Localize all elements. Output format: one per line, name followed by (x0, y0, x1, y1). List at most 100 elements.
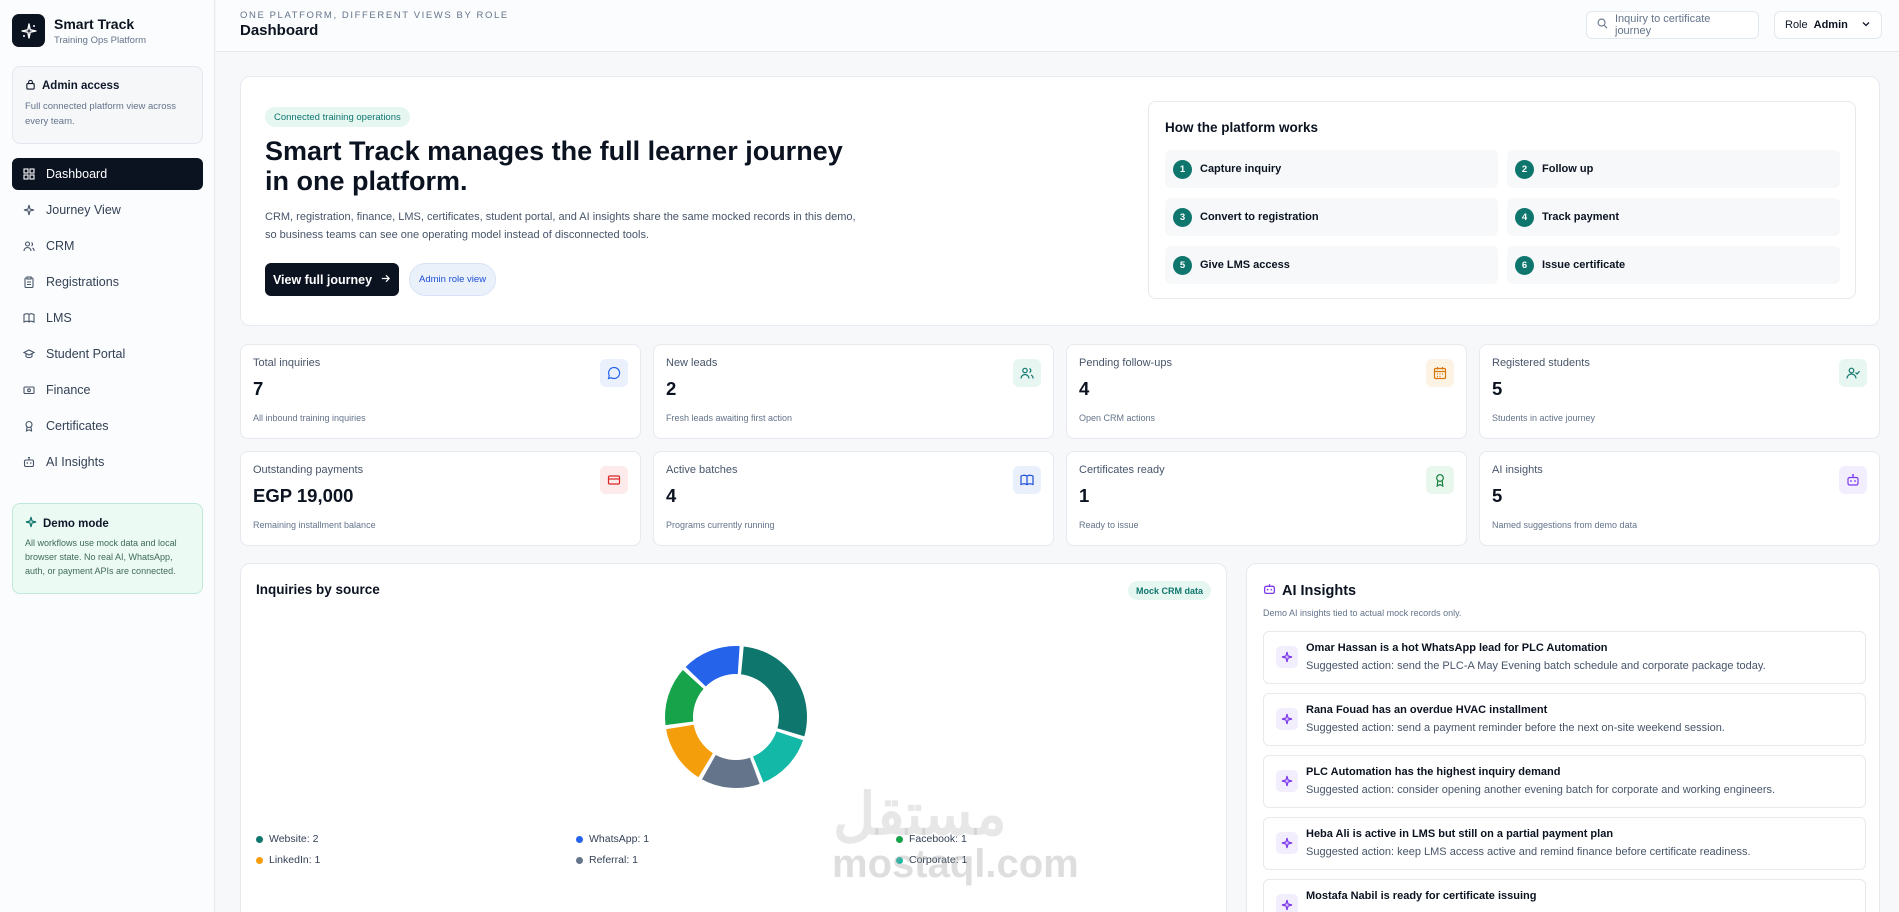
sparkle-icon (25, 516, 37, 531)
bot-icon (1839, 466, 1867, 494)
stat-label: AI insights (1492, 464, 1543, 476)
role-view-pill: Admin role view (409, 263, 497, 296)
legend-label: Website: 2 (269, 833, 319, 845)
admin-access-title: Admin access (42, 80, 120, 92)
step-label: Convert to registration (1200, 211, 1319, 223)
ai-insights-card: AI Insights Demo AI insights tied to act… (1246, 563, 1880, 912)
stat-description: Fresh leads awaiting first action (666, 413, 793, 423)
ai-insight-title: Omar Hassan is a hot WhatsApp lead for P… (1306, 642, 1608, 654)
ai-insight-description: Suggested action: keep LMS access active… (1306, 846, 1751, 858)
stat-value: 1 (1079, 485, 1090, 506)
demo-mode-description: All workflows use mock data and local br… (25, 538, 177, 576)
sidebar-item-lms[interactable]: LMS (12, 302, 203, 334)
legend-label: LinkedIn: 1 (269, 854, 321, 866)
how-it-works-panel: How the platform works 1 Capture inquiry… (1148, 101, 1856, 299)
sidebar-item-dashboard[interactable]: Dashboard (12, 158, 203, 190)
brand-subtitle: Training Ops Platform (54, 34, 147, 46)
grid-icon (22, 167, 36, 181)
sidebar-item-journey-view[interactable]: Journey View (12, 194, 203, 226)
sidebar-item-registrations[interactable]: Registrations (12, 266, 203, 298)
step-number: 5 (1173, 255, 1192, 275)
search-placeholder: Inquiry to certificate journey (1615, 13, 1711, 37)
demo-mode-title: Demo mode (43, 517, 109, 530)
bot-icon (22, 455, 36, 469)
step-label: Issue certificate (1542, 259, 1626, 271)
ai-insight-title: Rana Fouad has an overdue HVAC installme… (1306, 704, 1548, 716)
chart-badge: Mock CRM data (1127, 581, 1211, 600)
legend-swatch (576, 856, 583, 864)
role-select[interactable]: Role Admin (1774, 11, 1882, 39)
sparkle-icon (1276, 894, 1298, 912)
donut-slice-website[interactable] (738, 644, 809, 739)
step-number: 3 (1173, 207, 1192, 227)
ai-insight-item[interactable]: Rana Fouad has an overdue HVAC installme… (1263, 693, 1866, 746)
hero-title: Smart Track manages the full learner jou… (265, 136, 843, 196)
legend-swatch (256, 856, 263, 864)
stat-label: Pending follow-ups (1079, 357, 1172, 369)
ai-insight-item[interactable]: Omar Hassan is a hot WhatsApp lead for P… (1263, 631, 1866, 684)
brand[interactable]: Smart Track Training Ops Platform (12, 14, 146, 47)
stat-label: Total inquiries (253, 357, 321, 369)
book-icon (22, 311, 36, 325)
demo-mode-card: Demo mode All workflows use mock data an… (12, 503, 203, 594)
view-full-journey-button[interactable]: View full journey (265, 263, 399, 296)
stat-description: Programs currently running (666, 520, 775, 530)
user-check-icon (1839, 359, 1867, 387)
sidebar-item-finance[interactable]: Finance (12, 374, 203, 406)
step-item: 5 Give LMS access (1165, 246, 1498, 284)
sidebar-item-certificates[interactable]: Certificates (12, 410, 203, 442)
arrow-right-icon (380, 273, 391, 287)
sidebar-item-student-portal[interactable]: Student Portal (12, 338, 203, 370)
sidebar: Smart Track Training Ops Platform Admin … (0, 0, 215, 912)
stat-label: New leads (666, 357, 718, 369)
step-item: 1 Capture inquiry (1165, 150, 1498, 188)
step-item: 3 Convert to registration (1165, 198, 1498, 236)
stat-value: 4 (666, 485, 677, 506)
search-input[interactable]: Inquiry to certificate journey (1586, 11, 1759, 39)
page-eyebrow: ONE PLATFORM, DIFFERENT VIEWS BY ROLE (240, 10, 509, 21)
step-number: 4 (1515, 207, 1534, 227)
button-label: View full journey (272, 272, 373, 287)
ai-insight-title: PLC Automation has the highest inquiry d… (1306, 766, 1561, 778)
stat-description: Students in active journey (1492, 413, 1596, 423)
step-label: Capture inquiry (1200, 163, 1282, 175)
legend-swatch (576, 835, 583, 843)
ai-insight-description: Suggested action: send the PLC-A May Eve… (1306, 660, 1766, 672)
users-icon (22, 239, 36, 253)
step-number: 6 (1515, 255, 1534, 275)
brand-name: Smart Track (54, 15, 135, 32)
stat-description: All inbound training inquiries (253, 413, 366, 423)
sidebar-item-ai-insights[interactable]: AI Insights (12, 446, 203, 478)
ai-insight-description: Suggested action: consider opening anoth… (1306, 784, 1776, 796)
donut-slice-corporate[interactable] (750, 728, 806, 786)
step-number: 2 (1515, 159, 1534, 179)
sidebar-item-label: Registrations (46, 275, 119, 289)
sparkle-icon (1276, 832, 1298, 854)
sidebar-item-label: LMS (46, 311, 72, 325)
book-open-icon (1013, 466, 1041, 494)
hero-description: CRM, registration, finance, LMS, certifi… (265, 211, 856, 241)
stat-card-certificates-ready: Certificates ready 1 Ready to issue (1066, 451, 1467, 546)
ai-insight-item[interactable]: PLC Automation has the highest inquiry d… (1263, 755, 1866, 808)
sidebar-item-label: Student Portal (46, 347, 126, 361)
stat-description: Open CRM actions (1079, 413, 1156, 423)
stat-value: 5 (1492, 485, 1503, 506)
inquiries-by-source-card: Inquiries by source Mock CRM data Websit… (240, 563, 1227, 912)
stat-description: Named suggestions from demo data (1492, 520, 1638, 530)
sidebar-item-label: AI Insights (46, 455, 105, 469)
graduation-cap-icon (22, 347, 36, 361)
step-item: 4 Track payment (1507, 198, 1840, 236)
users-icon (1013, 359, 1041, 387)
award-icon (22, 419, 36, 433)
hero-card: Connected training operations Smart Trac… (240, 76, 1880, 326)
ai-insight-item[interactable]: Mostafa Nabil is ready for certificate i… (1263, 879, 1866, 912)
stat-card-outstanding-payments: Outstanding payments EGP 19,000 Remainin… (240, 451, 641, 546)
stat-description: Ready to issue (1079, 520, 1139, 530)
search-icon (1597, 18, 1608, 32)
step-label: Follow up (1542, 163, 1594, 175)
sparkle-icon (22, 203, 36, 217)
how-it-works-title: How the platform works (1165, 120, 1319, 135)
ai-insight-item[interactable]: Heba Ali is active in LMS but still on a… (1263, 817, 1866, 870)
sidebar-item-crm[interactable]: CRM (12, 230, 203, 262)
step-item: 2 Follow up (1507, 150, 1840, 188)
